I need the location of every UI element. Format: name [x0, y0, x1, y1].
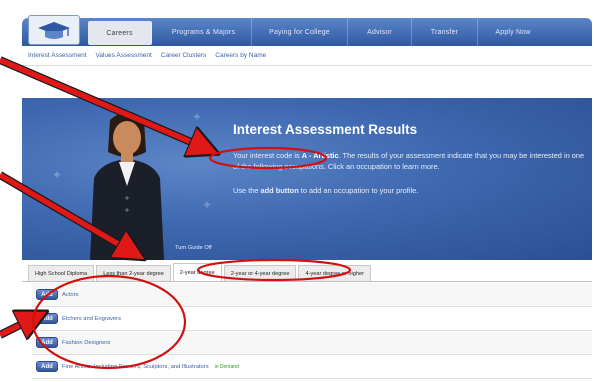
- sub-navigation: Interest Assessment Values Assessment Ca…: [22, 46, 592, 66]
- list-item: Add Etchers and Engravers: [32, 307, 592, 331]
- add-occupation-button[interactable]: Add: [36, 313, 58, 324]
- occupation-list: Add Actors Add Etchers and Engravers Add…: [32, 283, 592, 379]
- list-item: Add Fashion Designers: [32, 331, 592, 355]
- add-occupation-button[interactable]: Add: [36, 361, 58, 372]
- in-demand-badge: in Demand: [214, 363, 239, 370]
- add-instructions: Use the add button to add an occupation …: [233, 186, 418, 195]
- add-occupation-button[interactable]: Add: [36, 289, 58, 300]
- add-instructions-prefix: Use the: [233, 186, 261, 195]
- add-instructions-suffix: to add an occupation to your profile.: [298, 186, 419, 195]
- nav-tab-transfer[interactable]: Transfer: [412, 18, 478, 46]
- degree-level-tabs: High School Diploma Less than 2-year deg…: [22, 262, 592, 282]
- tab-2-or-4-year-degree[interactable]: 2-year or 4-year degree: [223, 265, 297, 281]
- tab-4-year-or-higher[interactable]: 4-year degree or higher: [298, 265, 371, 281]
- add-instructions-bold: add button: [260, 186, 299, 195]
- occupation-link[interactable]: Actors: [62, 292, 78, 298]
- subnav-values-assessment[interactable]: Values Assessment: [96, 52, 152, 59]
- annotation-arrow: [0, 318, 34, 335]
- occupation-link[interactable]: Etchers and Engravers: [62, 316, 121, 322]
- guide-avatar: [72, 106, 182, 260]
- results-intro-prefix: Your interest code is: [233, 151, 302, 160]
- results-banner: ✦ ✦ ✦ Interest Assessment Results Your i…: [22, 98, 592, 260]
- list-item: Add Actors: [32, 283, 592, 307]
- star-decoration: ✦: [192, 110, 203, 124]
- tab-less-than-2-year[interactable]: Less than 2-year degree: [96, 265, 171, 281]
- main-navigation: Careers Programs & Majors Paying for Col…: [22, 15, 592, 46]
- interest-code: A - Artistic: [301, 151, 339, 160]
- tab-high-school-diploma[interactable]: High School Diploma: [28, 265, 95, 281]
- turn-guide-off-link[interactable]: Turn Guide Off: [175, 245, 212, 251]
- add-occupation-button[interactable]: Add: [36, 337, 58, 348]
- results-title: Interest Assessment Results: [233, 122, 418, 137]
- nav-tab-advisor[interactable]: Advisor: [348, 18, 412, 46]
- grad-cap-logo-icon[interactable]: [28, 15, 80, 45]
- nav-tab-programs-majors[interactable]: Programs & Majors: [156, 18, 252, 46]
- nav-tab-paying-for-college[interactable]: Paying for College: [252, 18, 348, 46]
- subnav-career-clusters[interactable]: Career Clusters: [161, 52, 207, 59]
- tab-2-year-degree[interactable]: 2-year degree: [172, 263, 222, 281]
- star-decoration: ✦: [52, 168, 63, 182]
- list-item: Add Fine Artists, Including Painters, Sc…: [32, 355, 592, 379]
- star-decoration: ✦: [202, 198, 213, 212]
- subnav-interest-assessment[interactable]: Interest Assessment: [28, 52, 87, 59]
- nav-tab-careers[interactable]: Careers: [88, 21, 152, 45]
- subnav-careers-by-name[interactable]: Careers by Name: [215, 52, 266, 59]
- nav-tab-apply-now[interactable]: Apply Now: [478, 18, 548, 46]
- occupation-link[interactable]: Fashion Designers: [62, 340, 110, 346]
- results-description: Your interest code is A - Artistic. The …: [233, 150, 588, 172]
- occupation-link[interactable]: Fine Artists, Including Painters, Sculpt…: [62, 364, 209, 370]
